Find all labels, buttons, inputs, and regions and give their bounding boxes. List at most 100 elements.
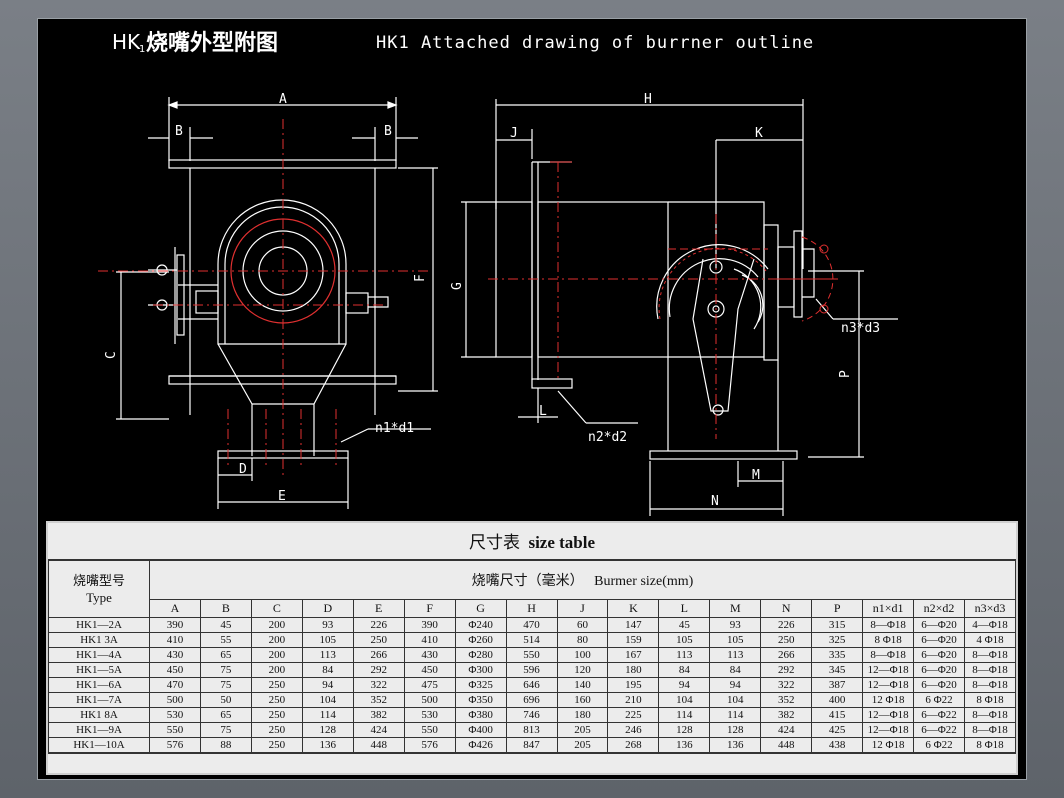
size-cell: 596 bbox=[505, 662, 558, 678]
n1d1-label: n1*d1 bbox=[375, 421, 414, 436]
title-english: HK1 Attached drawing of burrner outline bbox=[376, 33, 814, 53]
size-cell: Φ280 bbox=[454, 647, 507, 663]
size-cell: 80 bbox=[556, 632, 609, 648]
size-cell: 128 bbox=[709, 722, 762, 738]
size-cell: 12—Φ18 bbox=[862, 722, 915, 738]
size-cell: 205 bbox=[556, 737, 609, 753]
size-cell: 450 bbox=[403, 662, 456, 678]
size-cell: 114 bbox=[709, 707, 762, 723]
size-cell: 8—Φ18 bbox=[862, 647, 915, 663]
size-cell: 104 bbox=[658, 692, 711, 708]
size-cell: 210 bbox=[607, 692, 660, 708]
column-header: A bbox=[149, 599, 201, 618]
size-cell: 576 bbox=[403, 737, 456, 753]
size-cell: 424 bbox=[352, 722, 405, 738]
column-header: n1×d1 bbox=[862, 599, 915, 618]
column-header-row: A B C D E F G H J K L M N Pn1×d1 n2×d2 n3×d3 bbox=[49, 599, 1016, 618]
size-cell: 266 bbox=[352, 647, 405, 663]
size-cell: 6 Φ22 bbox=[913, 692, 965, 708]
size-cell: 696 bbox=[505, 692, 558, 708]
size-cell: 200 bbox=[250, 647, 303, 663]
size-cell: 322 bbox=[352, 677, 405, 693]
table-row: HK1 8A 530 65 250 114 382 530 Φ380 746 180 225 114 1… bbox=[48, 707, 1016, 723]
size-cell: 105 bbox=[709, 632, 762, 648]
size-cell: 136 bbox=[709, 737, 762, 753]
size-cell: 55 bbox=[199, 632, 252, 648]
size-cell: 8—Φ18 bbox=[964, 677, 1016, 693]
size-cell: Φ380 bbox=[454, 707, 507, 723]
size-cell: 415 bbox=[811, 707, 864, 723]
size-cell: 6 Φ22 bbox=[913, 737, 965, 753]
front-view bbox=[116, 97, 438, 509]
size-cell: 8—Φ18 bbox=[964, 662, 1016, 678]
size-cell: 6—Φ22 bbox=[913, 707, 965, 723]
size-cell: 84 bbox=[301, 662, 354, 678]
size-cell: 195 bbox=[607, 677, 660, 693]
size-cell: 180 bbox=[607, 662, 660, 678]
side-view bbox=[461, 99, 898, 516]
size-cell: 847 bbox=[505, 737, 558, 753]
dim-k-label: K bbox=[755, 126, 763, 141]
size-cell: 450 bbox=[149, 662, 201, 678]
size-cell: Φ426 bbox=[454, 737, 507, 753]
size-cell: 387 bbox=[811, 677, 864, 693]
size-cell: 12—Φ18 bbox=[862, 707, 915, 723]
column-header: H bbox=[505, 599, 558, 618]
size-cell: 159 bbox=[607, 632, 660, 648]
type-header: 烧嘴型号 Type bbox=[48, 560, 150, 618]
size-cell: 425 bbox=[811, 722, 864, 738]
size-cell: Φ400 bbox=[454, 722, 507, 738]
size-cell: 136 bbox=[658, 737, 711, 753]
size-cell: 335 bbox=[811, 647, 864, 663]
type-cell: HK1—10A bbox=[48, 737, 150, 753]
dim-c-label: C bbox=[104, 351, 119, 359]
size-cell: 410 bbox=[403, 632, 456, 648]
column-header: n2×d2 bbox=[913, 599, 965, 618]
type-header-cn: 烧嘴型号 bbox=[72, 573, 125, 588]
size-cell: 12 Φ18 bbox=[862, 692, 915, 708]
n2d2-label: n2*d2 bbox=[588, 430, 627, 445]
size-cell: 104 bbox=[301, 692, 354, 708]
size-cell: 746 bbox=[505, 707, 558, 723]
size-cell: 250 bbox=[250, 722, 303, 738]
type-cell: HK1—2A bbox=[48, 617, 150, 633]
size-cell: 250 bbox=[250, 737, 303, 753]
column-header: n3×d3 bbox=[964, 599, 1016, 618]
type-cell: HK1—5A bbox=[48, 662, 150, 678]
size-cell: 315 bbox=[811, 617, 864, 633]
size-cell: 65 bbox=[199, 647, 252, 663]
type-cell: HK1 8A bbox=[48, 707, 150, 723]
size-cell: 167 bbox=[607, 647, 660, 663]
size-cell: 250 bbox=[250, 677, 303, 693]
size-cell: Φ260 bbox=[454, 632, 507, 648]
size-cell: 225 bbox=[607, 707, 660, 723]
size-cell: 88 bbox=[199, 737, 252, 753]
table-caption-cn: 尺寸表 bbox=[468, 533, 520, 552]
size-cell: 200 bbox=[250, 617, 303, 633]
size-cell: 105 bbox=[658, 632, 711, 648]
size-cell: 390 bbox=[149, 617, 201, 633]
dim-h-label: H bbox=[644, 92, 652, 107]
size-cell: 475 bbox=[403, 677, 456, 693]
size-cell: 114 bbox=[301, 707, 354, 723]
size-cell: 113 bbox=[301, 647, 354, 663]
size-cell: 4—Φ18 bbox=[964, 617, 1016, 633]
size-cell: 100 bbox=[556, 647, 609, 663]
size-cell: 94 bbox=[658, 677, 711, 693]
type-cell: HK1—7A bbox=[48, 692, 150, 708]
column-header: F bbox=[403, 599, 456, 618]
size-cell: 113 bbox=[709, 647, 762, 663]
size-cell: 8—Φ18 bbox=[862, 617, 915, 633]
size-cell: 226 bbox=[352, 617, 405, 633]
size-cell: 500 bbox=[149, 692, 201, 708]
size-cell: 813 bbox=[505, 722, 558, 738]
size-cell: 75 bbox=[199, 662, 252, 678]
table-row: HK1—2A 390 45 200 93 226 390 Φ240 470 60 147 45 93 22… bbox=[48, 617, 1016, 633]
size-cell: 424 bbox=[760, 722, 813, 738]
size-cell: 200 bbox=[250, 632, 303, 648]
size-cell: 500 bbox=[403, 692, 456, 708]
size-cell: 250 bbox=[352, 632, 405, 648]
size-cell: 530 bbox=[403, 707, 456, 723]
size-cell: 4 Φ18 bbox=[964, 632, 1016, 648]
size-cell: 60 bbox=[556, 617, 609, 633]
